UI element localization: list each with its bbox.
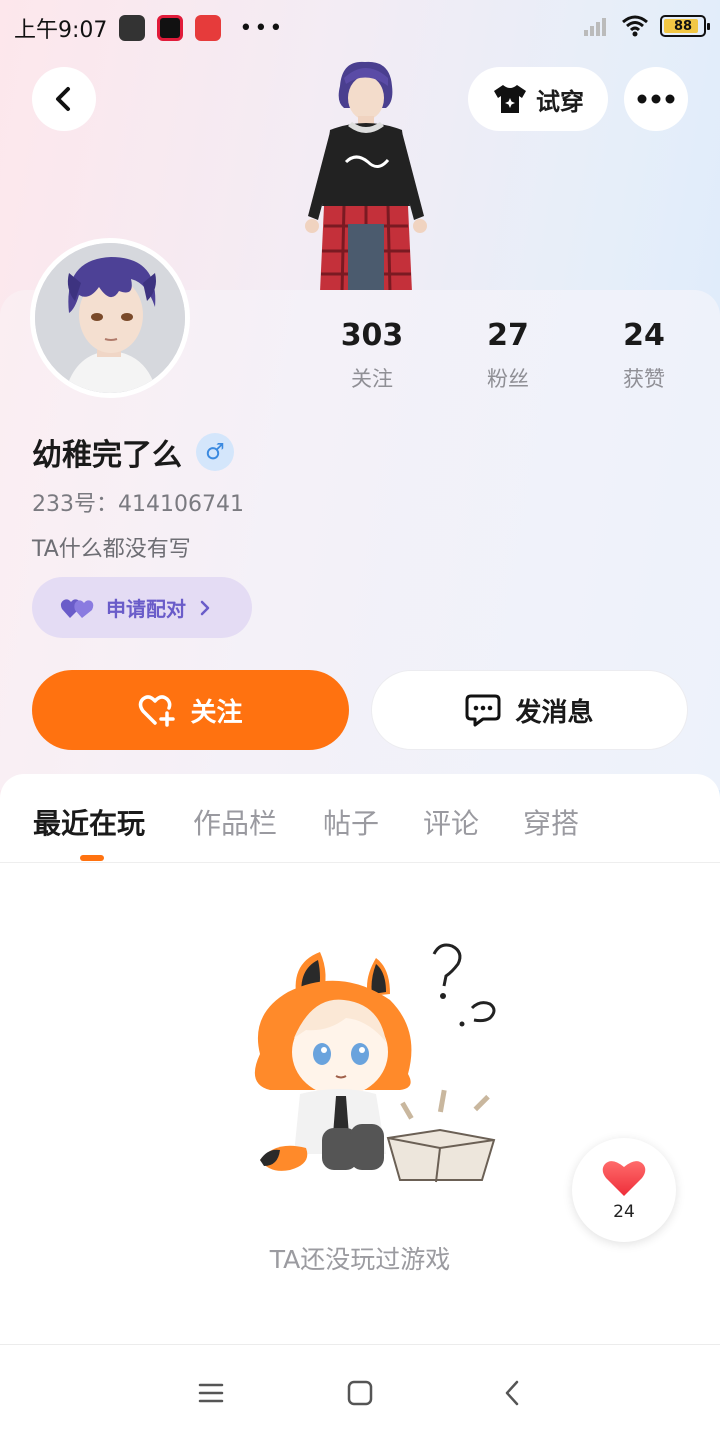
back-button[interactable] — [32, 67, 96, 131]
home-button[interactable] — [342, 1375, 378, 1411]
pair-label: 申请配对 — [106, 597, 186, 621]
menu-icon — [198, 1383, 224, 1403]
chat-bubble-icon — [465, 694, 501, 727]
stat-label: 粉丝 — [487, 367, 529, 391]
tshirt-icon — [494, 85, 526, 113]
follow-button[interactable]: 关注 — [32, 670, 349, 750]
empty-state-illustration — [240, 934, 510, 1194]
status-time: 上午9:07 — [14, 18, 108, 43]
notification-app-icon — [195, 15, 222, 41]
stat-following[interactable]: 303 关注 — [304, 318, 440, 393]
menu-button[interactable] — [193, 1375, 229, 1411]
character-avatar-figure — [290, 56, 440, 293]
heart-plus-icon — [139, 695, 176, 727]
chevron-left-icon — [56, 87, 70, 111]
tab-posts[interactable]: 帖子 — [323, 802, 379, 842]
chevron-left-icon — [505, 1380, 519, 1406]
try-on-button[interactable]: 试穿 — [468, 67, 608, 131]
wifi-icon — [622, 15, 648, 37]
stat-followers[interactable]: 27 粉丝 — [440, 318, 576, 393]
tab-works[interactable]: 作品栏 — [193, 802, 277, 842]
square-home-icon — [347, 1380, 373, 1406]
stat-label: 获赞 — [623, 367, 665, 391]
tab-outfits[interactable]: 穿搭 — [523, 802, 579, 842]
notification-app-icon — [157, 15, 184, 41]
stat-likes[interactable]: 24 获赞 — [576, 318, 712, 393]
user-bio: TA什么都没有写 — [32, 537, 191, 562]
heart-icon — [602, 1161, 646, 1196]
more-notifications-icon: ••• — [239, 15, 285, 41]
tab-recently-played[interactable]: 最近在玩 — [33, 802, 145, 842]
battery-level: 88 — [673, 18, 693, 34]
tab-comments[interactable]: 评论 — [423, 802, 479, 842]
send-message-button[interactable]: 发消息 — [371, 670, 688, 750]
male-gender-icon: ♂ — [196, 433, 234, 471]
battery-icon: 88 — [660, 15, 710, 37]
active-tab-indicator — [80, 855, 104, 861]
username-row: 幼稚完了么 ♂ — [32, 430, 234, 474]
like-count: 24 — [613, 1202, 635, 1222]
try-on-label: 试穿 — [536, 87, 584, 116]
status-right: 88 — [582, 14, 710, 38]
system-back-button[interactable] — [494, 1375, 530, 1411]
empty-state-text: TA还没玩过游戏 — [269, 1245, 451, 1274]
stat-label: 关注 — [351, 367, 393, 391]
more-options-button[interactable] — [624, 67, 688, 131]
message-label: 发消息 — [515, 697, 594, 728]
signal-icon — [584, 18, 606, 36]
chevron-right-icon — [200, 600, 210, 615]
system-navigation-bar — [0, 1344, 720, 1440]
tab-bar: 最近在玩 作品栏 帖子 评论 穿搭 — [0, 774, 720, 863]
stat-value: 303 — [340, 318, 404, 353]
follow-label: 关注 — [190, 697, 243, 728]
request-pairing-button[interactable]: 申请配对 — [32, 577, 252, 638]
floating-like-button[interactable]: 24 — [572, 1138, 676, 1242]
double-heart-icon — [60, 598, 94, 618]
more-horizontal-icon — [637, 94, 675, 104]
username: 幼稚完了么 — [32, 438, 182, 473]
user-id: 233号：414106741 — [32, 492, 244, 517]
profile-stats: 303 关注 27 粉丝 24 获赞 — [304, 318, 712, 393]
stat-value: 27 — [487, 318, 529, 353]
content-panel: 最近在玩 作品栏 帖子 评论 穿搭 TA还没玩过游戏 24 — [0, 774, 720, 1440]
stat-value: 24 — [623, 318, 665, 353]
notification-app-icon — [119, 15, 146, 41]
status-bar: 上午9:07 ••• 88 — [0, 0, 720, 56]
avatar[interactable] — [30, 238, 190, 398]
